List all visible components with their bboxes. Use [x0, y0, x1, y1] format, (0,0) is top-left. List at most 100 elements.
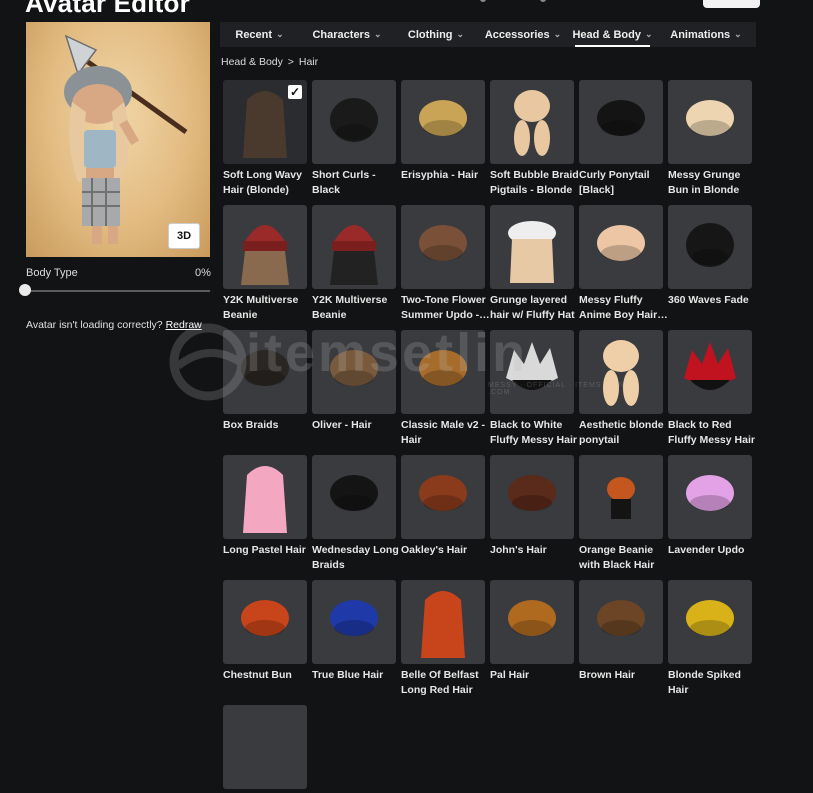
item-thumbnail[interactable]: [223, 580, 307, 664]
item-name: Classic Male v2 - Hair: [401, 419, 486, 446]
catalog-item[interactable]: Two-Tone Flower Summer Updo - Brown: [401, 205, 486, 323]
item-thumbnail[interactable]: [668, 205, 752, 289]
catalog-item[interactable]: John's Hair: [490, 455, 574, 558]
item-thumbnail[interactable]: [312, 580, 396, 664]
catalog-item[interactable]: Black to Red Fluffy Messy Hair: [668, 330, 755, 448]
catalog-item[interactable]: Belle Of Belfast Long Red Hair: [401, 580, 485, 698]
catalog-item[interactable]: Oakley's Hair: [401, 455, 485, 558]
item-name: Curly Ponytail [Black]: [579, 169, 650, 196]
avatar-preview[interactable]: 3D: [26, 22, 210, 257]
item-name: Y2K Multiverse Beanie: [223, 294, 299, 321]
catalog-item[interactable]: Lavender Updo: [668, 455, 752, 558]
item-thumbnail[interactable]: [579, 455, 663, 539]
item-thumbnail[interactable]: [579, 80, 663, 164]
item-thumbnail[interactable]: [312, 80, 396, 164]
catalog-item[interactable]: Pal Hair: [490, 580, 574, 683]
item-thumbnail[interactable]: [401, 580, 485, 664]
body-type-slider-thumb[interactable]: [19, 284, 31, 296]
item-thumbnail[interactable]: ✓: [223, 80, 307, 164]
item-name: Oakley's Hair: [401, 544, 468, 556]
item-thumbnail[interactable]: [401, 455, 485, 539]
item-thumbnail[interactable]: [490, 580, 574, 664]
item-thumbnail[interactable]: [579, 580, 663, 664]
catalog-item[interactable]: Grunge layered hair w/ Fluffy Hat: [490, 205, 575, 323]
catalog-item[interactable]: Y2K Multiverse Beanie: [223, 205, 307, 323]
catalog-item[interactable]: ✓ Soft Long Wavy Hair (Blonde): [223, 80, 307, 198]
header-action-button[interactable]: [703, 0, 760, 8]
item-thumbnail[interactable]: [579, 205, 663, 289]
item-thumbnail[interactable]: [223, 455, 307, 539]
item-thumbnail[interactable]: [490, 455, 574, 539]
item-name: John's Hair: [490, 544, 547, 556]
item-thumbnail[interactable]: [490, 205, 574, 289]
item-thumbnail[interactable]: [312, 205, 396, 289]
view-3d-button[interactable]: 3D: [168, 223, 200, 249]
redraw-link[interactable]: Redraw: [166, 319, 202, 331]
catalog-item[interactable]: Wednesday Long Braids: [312, 455, 399, 573]
item-thumbnail[interactable]: [668, 80, 752, 164]
catalog-item[interactable]: Chestnut Bun: [223, 580, 307, 683]
catalog-item[interactable]: Messy Grunge Bun in Blonde: [668, 80, 752, 198]
item-thumbnail[interactable]: [401, 330, 485, 414]
tab-head-body[interactable]: Head & Body ⌄: [569, 22, 656, 47]
category-tabs: Recent ⌄ Characters ⌄ Clothing ⌄ Accessories ⌄ H…: [220, 22, 756, 47]
catalog-item[interactable]: Orange Beanie with Black Hair: [579, 455, 663, 573]
hair-icon: [686, 475, 734, 511]
item-name: Soft Long Wavy Hair (Blonde): [223, 169, 302, 196]
catalog-item[interactable]: 360 Waves Fade: [668, 205, 752, 308]
item-thumbnail[interactable]: [223, 705, 307, 789]
chevron-down-icon: ⌄: [553, 29, 562, 39]
hair-icon: [330, 475, 378, 511]
catalog-item[interactable]: Classic Male v2 - Hair: [401, 330, 485, 448]
catalog-item[interactable]: Messy Fluffy Anime Boy Hair - Blonde: [579, 205, 664, 323]
item-name: Box Braids: [223, 419, 279, 431]
selected-check-icon[interactable]: ✓: [288, 85, 302, 99]
catalog-item[interactable]: Oliver - Hair: [312, 330, 396, 433]
hair-icon: [330, 225, 378, 285]
catalog-item[interactable]: Y2K Multiverse Beanie: [312, 205, 396, 323]
catalog-item[interactable]: Short Curls - Black: [312, 80, 396, 198]
item-thumbnail[interactable]: [401, 205, 485, 289]
tab-animations[interactable]: Animations ⌄: [656, 22, 756, 47]
breadcrumb-root[interactable]: Head & Body: [221, 56, 283, 68]
catalog-item[interactable]: Black to White Fluffy Messy Hair: [490, 330, 577, 448]
item-thumbnail[interactable]: [579, 330, 663, 414]
item-thumbnail[interactable]: [401, 80, 485, 164]
body-type-slider-track[interactable]: [26, 290, 210, 292]
item-thumbnail[interactable]: [312, 330, 396, 414]
hair-icon: [241, 600, 289, 636]
catalog-item[interactable]: Long Pastel Hair: [223, 455, 307, 558]
item-thumbnail[interactable]: [668, 455, 752, 539]
tab-clothing[interactable]: Clothing ⌄: [395, 22, 477, 47]
item-thumbnail[interactable]: [490, 80, 574, 164]
hair-icon: [597, 100, 645, 136]
catalog-item[interactable]: Brown Hair: [579, 580, 663, 683]
catalog-item[interactable]: [223, 705, 307, 793]
tab-recent[interactable]: Recent ⌄: [220, 22, 299, 47]
item-thumbnail[interactable]: [223, 205, 307, 289]
catalog-item[interactable]: Erisyphia - Hair: [401, 80, 485, 183]
chevron-down-icon: ⌄: [456, 29, 465, 39]
hair-icon: [514, 90, 550, 156]
catalog-item[interactable]: Curly Ponytail [Black]: [579, 80, 663, 198]
item-thumbnail[interactable]: [668, 330, 752, 414]
catalog-item[interactable]: Blonde Spiked Hair: [668, 580, 752, 698]
hair-icon: [607, 477, 635, 519]
item-thumbnail[interactable]: [490, 330, 574, 414]
hair-icon: [330, 98, 378, 142]
tab-accessories[interactable]: Accessories ⌄: [477, 22, 569, 47]
hair-icon: [508, 221, 556, 283]
catalog-item[interactable]: Aesthetic blonde ponytail: [579, 330, 664, 448]
item-name: Aesthetic blonde ponytail: [579, 419, 664, 446]
catalog-item[interactable]: Box Braids: [223, 330, 307, 433]
item-name: Lavender Updo: [668, 544, 745, 556]
catalog-item[interactable]: True Blue Hair: [312, 580, 396, 683]
item-thumbnail[interactable]: [668, 580, 752, 664]
tab-characters[interactable]: Characters ⌄: [299, 22, 395, 47]
item-thumbnail[interactable]: [223, 330, 307, 414]
hair-icon: [508, 475, 556, 511]
catalog-item[interactable]: Soft Bubble Braid Pigtails - Blonde: [490, 80, 579, 198]
hair-icon: [686, 100, 734, 136]
item-name: True Blue Hair: [312, 669, 384, 681]
item-thumbnail[interactable]: [312, 455, 396, 539]
